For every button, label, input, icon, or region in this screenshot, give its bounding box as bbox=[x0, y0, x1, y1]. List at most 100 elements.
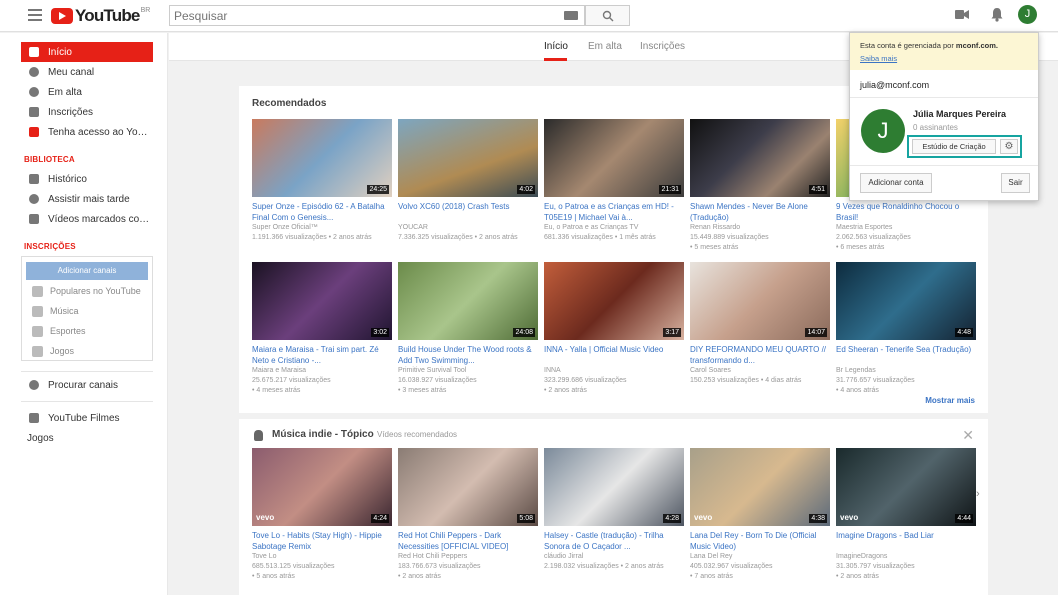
video-thumbnail[interactable]: 24:25 bbox=[252, 119, 392, 197]
video-channel[interactable]: Maiara e Maraisa bbox=[252, 366, 392, 376]
account-avatar-large[interactable]: J bbox=[861, 109, 905, 153]
video-title[interactable]: Shawn Mendes - Never Be Alone (Tradução) bbox=[690, 201, 830, 223]
video-card[interactable]: 3:17 INNA - Yalla | Official Music Video… bbox=[544, 262, 684, 396]
menu-icon[interactable] bbox=[28, 9, 42, 21]
video-age: • 7 anos atrás bbox=[690, 573, 733, 580]
video-channel[interactable]: Tove Lo bbox=[252, 552, 392, 562]
video-title[interactable]: Volvo XC60 (2018) Crash Tests bbox=[398, 201, 538, 223]
video-channel[interactable]: Br Legendas bbox=[836, 366, 976, 376]
video-card[interactable]: 4:28 Halsey - Castle (tradução) - Trilha… bbox=[544, 448, 684, 572]
keyboard-icon[interactable] bbox=[564, 11, 578, 20]
video-thumbnail[interactable]: 3:17 bbox=[544, 262, 684, 340]
add-channels-button[interactable]: Adicionar canais bbox=[26, 262, 148, 280]
upload-video-icon[interactable] bbox=[955, 9, 969, 20]
video-thumbnail[interactable]: 5:08 bbox=[398, 448, 538, 526]
sidebar-item-youtube-movies[interactable]: YouTube Filmes bbox=[21, 408, 153, 428]
video-card[interactable]: vevo 4:24 Tove Lo - Habits (Stay High) - … bbox=[252, 448, 392, 582]
search-input[interactable] bbox=[170, 6, 550, 25]
video-title[interactable]: 9 Vezes que Ronaldinho Chocou o Brasil! bbox=[836, 201, 976, 223]
gear-icon[interactable]: ⚙ bbox=[1000, 139, 1018, 154]
video-card[interactable]: 5:08 Red Hot Chili Peppers - Dark Necess… bbox=[398, 448, 538, 582]
video-thumbnail[interactable]: 4:28 bbox=[544, 448, 684, 526]
account-avatar[interactable]: J bbox=[1018, 5, 1037, 24]
sidebar-item-liked-videos[interactable]: Vídeos marcados com "Gostei" bbox=[21, 209, 153, 229]
video-title[interactable]: Ed Sheeran - Tenerife Sea (Tradução) bbox=[836, 344, 976, 366]
video-meta: 16.038.927 visualizações bbox=[398, 377, 477, 384]
video-channel[interactable]: INNA bbox=[544, 366, 684, 376]
sidebar-item-my-channel[interactable]: Meu canal bbox=[21, 62, 153, 82]
video-card[interactable]: 4:51 Shawn Mendes - Never Be Alone (Trad… bbox=[690, 119, 830, 253]
video-channel[interactable]: Renan Rissardo bbox=[690, 223, 830, 233]
creator-studio-button[interactable]: Estúdio de Criação bbox=[912, 139, 996, 154]
video-card[interactable]: 4:48 Ed Sheeran - Tenerife Sea (Tradução… bbox=[836, 262, 976, 396]
video-title[interactable]: Build House Under The Wood roots & Add T… bbox=[398, 344, 538, 366]
video-channel[interactable]: Eu, o Patroa e as Crianças TV bbox=[544, 223, 684, 233]
sidebar-item-history[interactable]: Histórico bbox=[21, 169, 153, 189]
close-icon[interactable]: ✕ bbox=[962, 427, 974, 444]
video-thumbnail[interactable]: 14:07 bbox=[690, 262, 830, 340]
video-thumbnail[interactable]: vevo 4:38 bbox=[690, 448, 830, 526]
video-card[interactable]: 14:07 DIY REFORMANDO MEU QUARTO // trans… bbox=[690, 262, 830, 386]
video-thumbnail[interactable]: 4:51 bbox=[690, 119, 830, 197]
video-card[interactable]: 21:31 Eu, o Patroa e as Crianças em HD! … bbox=[544, 119, 684, 243]
show-more-link[interactable]: Mostrar mais bbox=[925, 396, 975, 405]
search-button[interactable] bbox=[585, 5, 630, 26]
subscription-item[interactable]: Jogos bbox=[32, 342, 74, 360]
video-title[interactable]: Maiara e Maraisa - Trai sim part. Zé Net… bbox=[252, 344, 392, 366]
video-title[interactable]: Super Onze - Episódio 62 - A Batalha Fin… bbox=[252, 201, 392, 223]
video-thumbnail[interactable]: 3:02 bbox=[252, 262, 392, 340]
sidebar-item-subscriptions[interactable]: Inscrições bbox=[21, 102, 153, 122]
active-tab-indicator bbox=[544, 58, 567, 61]
video-thumbnail[interactable]: 4:48 bbox=[836, 262, 976, 340]
video-thumbnail[interactable]: vevo 4:44 bbox=[836, 448, 976, 526]
add-account-button[interactable]: Adicionar conta bbox=[860, 173, 932, 193]
topic-title[interactable]: Música indie - Tópico bbox=[272, 429, 374, 440]
video-card[interactable]: vevo 4:44 Imagine Dragons - Bad Liar Imag… bbox=[836, 448, 976, 582]
notifications-bell-icon[interactable] bbox=[990, 7, 1004, 22]
video-channel[interactable]: Maestria Esportes bbox=[836, 223, 976, 233]
video-channel[interactable]: Carol Soares bbox=[690, 366, 830, 376]
sidebar-item-watch-later[interactable]: Assistir mais tarde bbox=[21, 189, 153, 209]
video-title[interactable]: Halsey - Castle (tradução) - Trilha Sono… bbox=[544, 530, 684, 552]
video-channel[interactable]: Red Hot Chili Peppers bbox=[398, 552, 538, 562]
video-channel[interactable]: ImagineDragons bbox=[836, 552, 976, 562]
sidebar-item-home[interactable]: Início bbox=[21, 42, 153, 62]
video-age: • 6 meses atrás bbox=[836, 244, 885, 251]
chevron-right-icon[interactable]: › bbox=[976, 488, 980, 500]
tab-home[interactable]: Início bbox=[544, 41, 568, 52]
video-channel[interactable]: Primitive Survival Tool bbox=[398, 366, 538, 376]
video-thumbnail[interactable]: 21:31 bbox=[544, 119, 684, 197]
video-card[interactable]: 24:25 Super Onze - Episódio 62 - A Batal… bbox=[252, 119, 392, 243]
sidebar-item-games[interactable]: Jogos bbox=[27, 428, 159, 448]
video-card[interactable]: vevo 4:38 Lana Del Rey - Born To Die (Off… bbox=[690, 448, 830, 582]
video-card[interactable]: 3:02 Maiara e Maraisa - Trai sim part. Z… bbox=[252, 262, 392, 396]
sidebar-item-youtube-red[interactable]: Tenha acesso ao YouTube Red bbox=[21, 122, 153, 142]
video-title[interactable]: DIY REFORMANDO MEU QUARTO // transforman… bbox=[690, 344, 830, 366]
video-card[interactable]: 4:02 Volvo XC60 (2018) Crash Tests YOUCA… bbox=[398, 119, 538, 243]
video-title[interactable]: Tove Lo - Habits (Stay High) - Hippie Sa… bbox=[252, 530, 392, 552]
video-thumbnail[interactable]: vevo 4:24 bbox=[252, 448, 392, 526]
video-channel[interactable]: YOUCAR bbox=[398, 223, 538, 233]
subscription-item[interactable]: Música bbox=[32, 302, 79, 320]
video-title[interactable]: Red Hot Chili Peppers - Dark Necessities… bbox=[398, 530, 538, 552]
learn-more-link[interactable]: Saiba mais bbox=[860, 54, 897, 63]
subscription-item[interactable]: Populares no YouTube bbox=[32, 282, 141, 300]
video-channel[interactable]: cláudio Jirral bbox=[544, 552, 684, 562]
video-title[interactable]: Eu, o Patroa e as Crianças em HD! - T05E… bbox=[544, 201, 684, 223]
youtube-logo[interactable]: YouTube BR bbox=[51, 6, 150, 26]
video-thumbnail[interactable]: 24:08 bbox=[398, 262, 538, 340]
video-age: • 2 anos atrás bbox=[398, 573, 441, 580]
video-title[interactable]: Imagine Dragons - Bad Liar bbox=[836, 530, 976, 552]
sidebar-item-trending[interactable]: Em alta bbox=[21, 82, 153, 102]
video-channel[interactable]: Super Onze Oficial™ bbox=[252, 223, 392, 233]
video-title[interactable]: INNA - Yalla | Official Music Video bbox=[544, 344, 684, 366]
video-card[interactable]: 24:08 Build House Under The Wood roots &… bbox=[398, 262, 538, 396]
subscription-item[interactable]: Esportes bbox=[32, 322, 86, 340]
sign-out-button[interactable]: Sair bbox=[1001, 173, 1030, 193]
video-title[interactable]: Lana Del Rey - Born To Die (Official Mus… bbox=[690, 530, 830, 552]
video-channel[interactable]: Lana Del Rey bbox=[690, 552, 830, 562]
sidebar-item-browse-channels[interactable]: Procurar canais bbox=[21, 375, 153, 395]
tab-subscriptions[interactable]: Inscrições bbox=[640, 41, 685, 52]
video-thumbnail[interactable]: 4:02 bbox=[398, 119, 538, 197]
tab-trending[interactable]: Em alta bbox=[588, 41, 622, 52]
